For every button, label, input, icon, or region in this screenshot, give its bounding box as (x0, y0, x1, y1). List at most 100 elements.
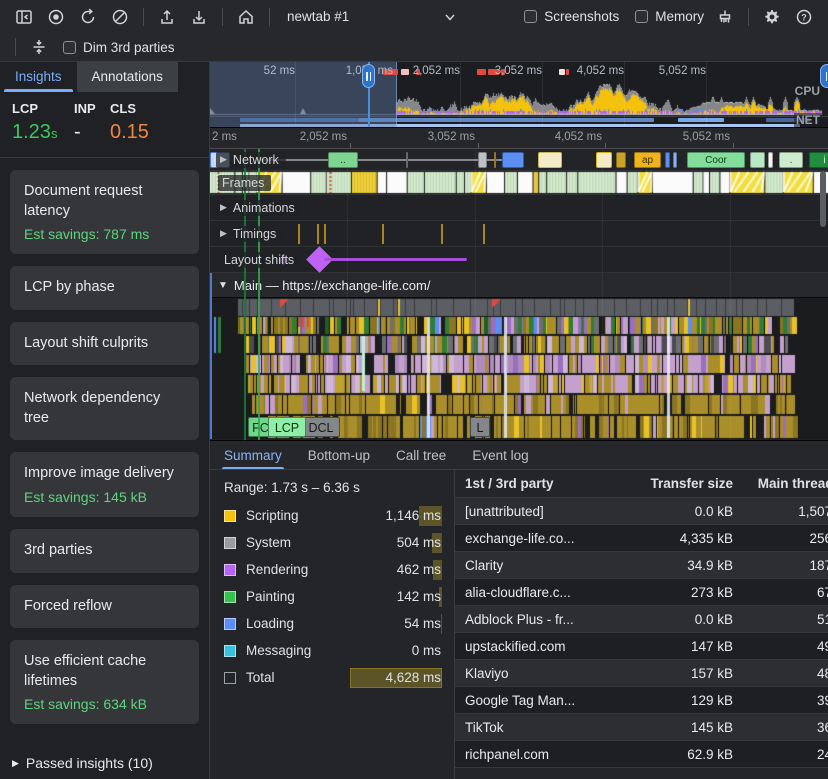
table-header-cell[interactable]: 1st / 3rd party (455, 476, 623, 491)
animations-track-toggle[interactable]: ▶ Animations (216, 200, 302, 216)
network-request-block[interactable] (538, 152, 562, 168)
table-header-cell[interactable]: Main thread time (733, 476, 828, 491)
selection-handle-right[interactable] (820, 64, 828, 88)
long-task-marker (401, 69, 409, 75)
timings-track[interactable]: ▶ Timings (210, 221, 828, 247)
toggle-sidebar-button[interactable] (11, 5, 37, 29)
insight-card[interactable]: 3rd parties (10, 529, 199, 573)
overview-time-label: 2,052 ms (413, 65, 460, 77)
table-cell: 273 kB (623, 585, 733, 600)
target-selector[interactable]: newtab #1 (281, 5, 461, 29)
save-profile-button[interactable] (186, 5, 212, 29)
long-task-marker (559, 69, 565, 75)
network-request-block[interactable]: .. (328, 152, 358, 168)
timing-tick[interactable] (483, 224, 485, 244)
ruler-time-label: 4,052 ms (555, 131, 602, 143)
help-icon: ? (794, 7, 814, 27)
frames-track[interactable]: Frames (210, 171, 828, 195)
insight-card[interactable]: Network dependency tree (10, 377, 199, 440)
dim-3rd-parties-checkbox[interactable] (63, 41, 76, 54)
timing-tick[interactable] (298, 224, 300, 244)
timing-tick[interactable] (441, 224, 443, 244)
tab-call-tree[interactable]: Call tree (396, 441, 446, 469)
vertical-scrollbar-thumb[interactable] (820, 171, 826, 227)
network-request-block[interactable] (406, 152, 408, 168)
table-row[interactable]: Google Tag Man...129 kB39.1 ms (455, 687, 828, 714)
network-request-block[interactable] (502, 152, 524, 168)
table-row[interactable]: Clarity34.9 kB187.7 ms (455, 552, 828, 579)
table-row[interactable]: alia-cloudflare.c...273 kB67.5 ms (455, 579, 828, 606)
load-profile-button[interactable] (154, 5, 180, 29)
tab-summary[interactable]: Summary (224, 441, 282, 469)
tab-annotations[interactable]: Annotations (77, 62, 178, 92)
shrink-tracks-button[interactable] (26, 35, 52, 59)
table-row[interactable]: exchange-life.co...4,335 kB256.8 ms (455, 525, 828, 552)
table-header-cell[interactable]: Transfer size (623, 476, 733, 491)
network-request-block[interactable]: ap (634, 152, 661, 168)
insight-card[interactable]: Layout shift culprits (10, 322, 199, 366)
clear-button[interactable] (107, 5, 133, 29)
settings-button[interactable] (759, 5, 785, 29)
network-request-block[interactable] (750, 152, 765, 168)
passed-insights-toggle[interactable]: ▶ Passed insights (10) (0, 753, 209, 779)
timeline-marker-dcl: DCL (302, 417, 340, 437)
network-request-block[interactable] (665, 152, 670, 168)
memory-checkbox-group[interactable]: Memory (635, 9, 704, 24)
network-request-block[interactable] (478, 152, 487, 168)
dim-3rd-parties-checkbox-group[interactable]: Dim 3rd parties (63, 40, 175, 55)
frames-track-label[interactable]: Frames (218, 175, 271, 191)
tab-event-log[interactable]: Event log (472, 441, 528, 469)
network-track-toggle[interactable]: ▶ Network (216, 152, 286, 168)
table-cell: Adblock Plus - fr... (455, 612, 623, 627)
legend-row: Messaging0 ms (224, 637, 442, 664)
table-row[interactable]: upstackified.com147 kB49.7 ms (455, 633, 828, 660)
network-request-block[interactable] (494, 152, 496, 168)
home-button[interactable] (233, 5, 259, 29)
tab-insights[interactable]: Insights (0, 62, 77, 92)
network-request-block[interactable] (768, 152, 773, 168)
range-label: Range: 1.73 s – 6.36 s (224, 480, 454, 495)
legend-value: 4,628 ms (350, 668, 442, 688)
network-request-block[interactable] (616, 152, 626, 168)
main-thread-track-toggle[interactable]: ▼ Main — https://exchange-life.com/ (212, 273, 828, 298)
screenshots-checkbox[interactable] (524, 10, 537, 23)
table-cell: 34.9 kB (623, 558, 733, 573)
network-request-block[interactable]: . (779, 152, 803, 168)
network-request-block[interactable]: Coor (687, 152, 745, 168)
help-button[interactable]: ? (791, 5, 817, 29)
timing-tick[interactable] (382, 224, 384, 244)
long-task-marker (477, 69, 486, 75)
memory-checkbox[interactable] (635, 10, 648, 23)
insight-card[interactable]: Document request latencyEst savings: 787… (10, 170, 199, 254)
timing-tick[interactable] (317, 224, 319, 244)
insight-card[interactable]: Improve image deliveryEst savings: 145 k… (10, 452, 199, 517)
selection-handle-left[interactable] (362, 64, 375, 88)
collect-garbage-button[interactable] (712, 5, 738, 29)
reload-and-record-button[interactable] (75, 5, 101, 29)
screenshots-checkbox-group[interactable]: Screenshots (524, 9, 619, 24)
timing-tick[interactable] (324, 224, 326, 244)
layout-shifts-track-label[interactable]: Layout shifts (216, 252, 301, 268)
table-row[interactable]: Klaviyo157 kB48.3 ms (455, 660, 828, 687)
insight-card[interactable]: Forced reflow (10, 585, 199, 629)
ruler-tick (350, 143, 351, 148)
timings-track-toggle[interactable]: ▶ Timings (216, 226, 283, 242)
table-row[interactable]: Adblock Plus - fr...0.0 kB51.4 ms (455, 606, 828, 633)
insight-card[interactable]: Use efficient cache lifetimesEst savings… (10, 640, 199, 724)
table-row[interactable]: TikTok145 kB36.6 ms (455, 714, 828, 741)
record-button[interactable] (43, 5, 69, 29)
timeline-overview[interactable]: 52 ms1,052 ms2,052 ms3,052 ms4,052 ms5,0… (210, 62, 828, 128)
layout-shifts-track[interactable]: Layout shifts (210, 247, 828, 273)
tab-bottom-up[interactable]: Bottom-up (308, 441, 370, 469)
table-row[interactable]: richpanel.com62.9 kB24.9 ms (455, 741, 828, 768)
animations-track[interactable]: ▶ Animations (210, 195, 828, 221)
insight-card[interactable]: LCP by phase (10, 266, 199, 310)
time-ruler[interactable]: 2 ms2,052 ms3,052 ms4,052 ms5,052 ms (210, 128, 828, 149)
table-row[interactable]: [unattributed]0.0 kB1,507.7 ms (455, 498, 828, 525)
reload-icon (78, 7, 98, 27)
network-request-block[interactable] (596, 152, 612, 168)
network-track[interactable]: .. ap Coor. i ▶ Network (210, 149, 828, 171)
network-request-block[interactable] (673, 152, 677, 168)
table-cell: richpanel.com (455, 747, 623, 762)
network-request-block[interactable]: i (809, 152, 828, 168)
